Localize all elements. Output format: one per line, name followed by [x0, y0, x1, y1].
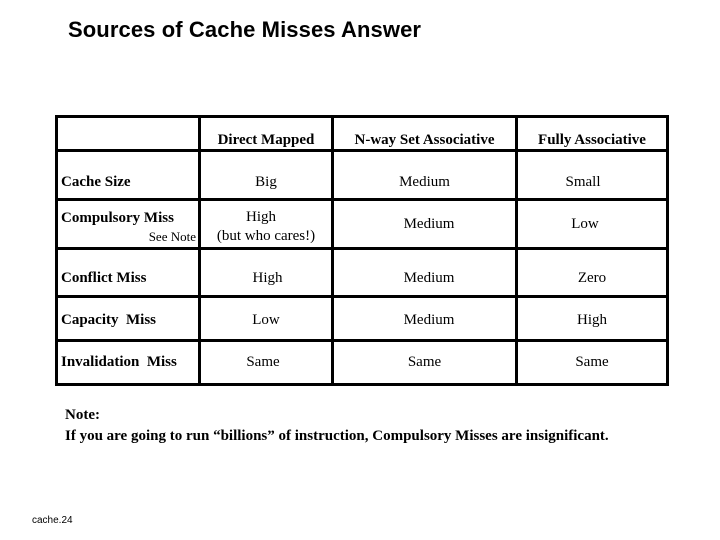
column-header: N-way Set Associative: [354, 132, 495, 148]
row-label: Invalidation Miss: [61, 354, 177, 370]
column-header: Fully Associative: [538, 132, 646, 148]
table-cell: Zero: [577, 270, 607, 286]
table-border: [55, 339, 669, 342]
table-cell: High: [246, 209, 276, 225]
note-text: If you are going to run “billions” of in…: [65, 428, 609, 444]
table-border: [55, 247, 669, 250]
table-cell: Small: [565, 174, 601, 190]
table-cell: Same: [246, 354, 280, 370]
table-border: [55, 149, 669, 152]
table-border: [55, 383, 669, 386]
row-sublabel: See Note: [148, 229, 196, 244]
row-label: Capacity Miss: [61, 312, 156, 328]
row-label: Compulsory Miss: [61, 210, 174, 226]
table-border: [55, 295, 669, 298]
table-cell-note: (but who cares!): [216, 228, 316, 244]
comparison-table: Direct Mapped N-way Set Associative Full…: [0, 0, 720, 540]
table-border: [55, 115, 669, 118]
table-border: [666, 115, 669, 386]
table-cell: Low: [571, 216, 599, 232]
table-cell: Same: [407, 354, 442, 370]
table-border: [331, 115, 334, 386]
table-cell: Medium: [399, 174, 450, 190]
table-border: [55, 115, 58, 386]
table-cell: Medium: [403, 216, 455, 232]
table-cell: Low: [252, 312, 280, 328]
note-heading: Note:: [65, 407, 100, 423]
row-label: Cache Size: [61, 174, 131, 190]
table-border: [55, 198, 669, 201]
table-cell: Medium: [403, 312, 455, 328]
table-cell: Big: [255, 174, 277, 190]
table-cell: Medium: [403, 270, 455, 286]
row-label: Conflict Miss: [61, 270, 147, 286]
table-cell: High: [577, 312, 607, 328]
table-cell: High: [252, 270, 283, 286]
column-header: Direct Mapped: [217, 132, 315, 148]
table-border: [515, 115, 518, 386]
table-cell: Same: [575, 354, 609, 370]
slide-footer: cache.24: [32, 515, 73, 526]
table-border: [198, 115, 201, 386]
note-block: Note: If you are going to run “billions”…: [65, 405, 609, 447]
